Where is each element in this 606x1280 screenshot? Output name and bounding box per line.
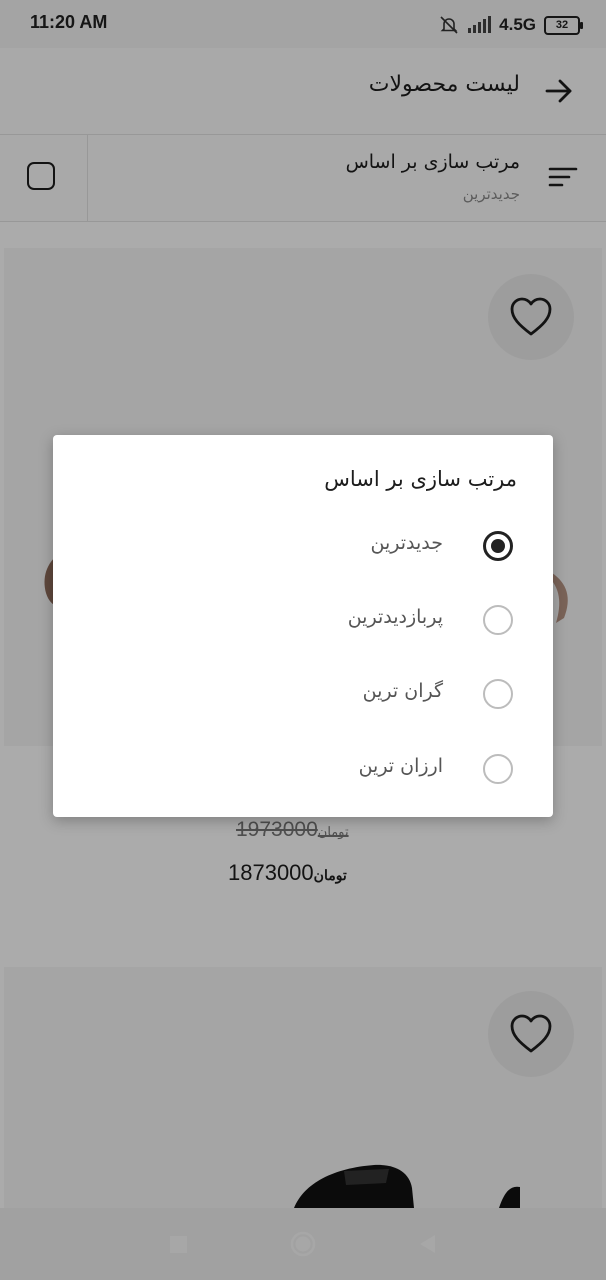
option-label: جدیدترین: [370, 532, 443, 554]
option-label: ارزان ترین: [358, 755, 443, 777]
radio-unselected-icon[interactable]: [483, 605, 513, 635]
sort-dialog: مرتب سازی بر اساس جدیدترین پربازدیدترین …: [53, 435, 553, 817]
sort-option-most-viewed[interactable]: پربازدیدترین: [53, 590, 553, 650]
radio-unselected-icon[interactable]: [483, 754, 513, 784]
sort-option-cheapest[interactable]: ارزان ترین: [53, 739, 553, 799]
radio-unselected-icon[interactable]: [483, 679, 513, 709]
sort-option-most-expensive[interactable]: گران ترین: [53, 664, 553, 724]
sort-option-newest[interactable]: جدیدترین: [53, 516, 553, 576]
dialog-title: مرتب سازی بر اساس: [324, 467, 517, 491]
radio-selected-icon[interactable]: [483, 531, 513, 561]
option-label: گران ترین: [362, 680, 443, 702]
screen: 11:20 AM 4.5G 32 لیست محصولات مرتب سازی …: [0, 0, 606, 1280]
option-label: پربازدیدترین: [347, 606, 443, 628]
